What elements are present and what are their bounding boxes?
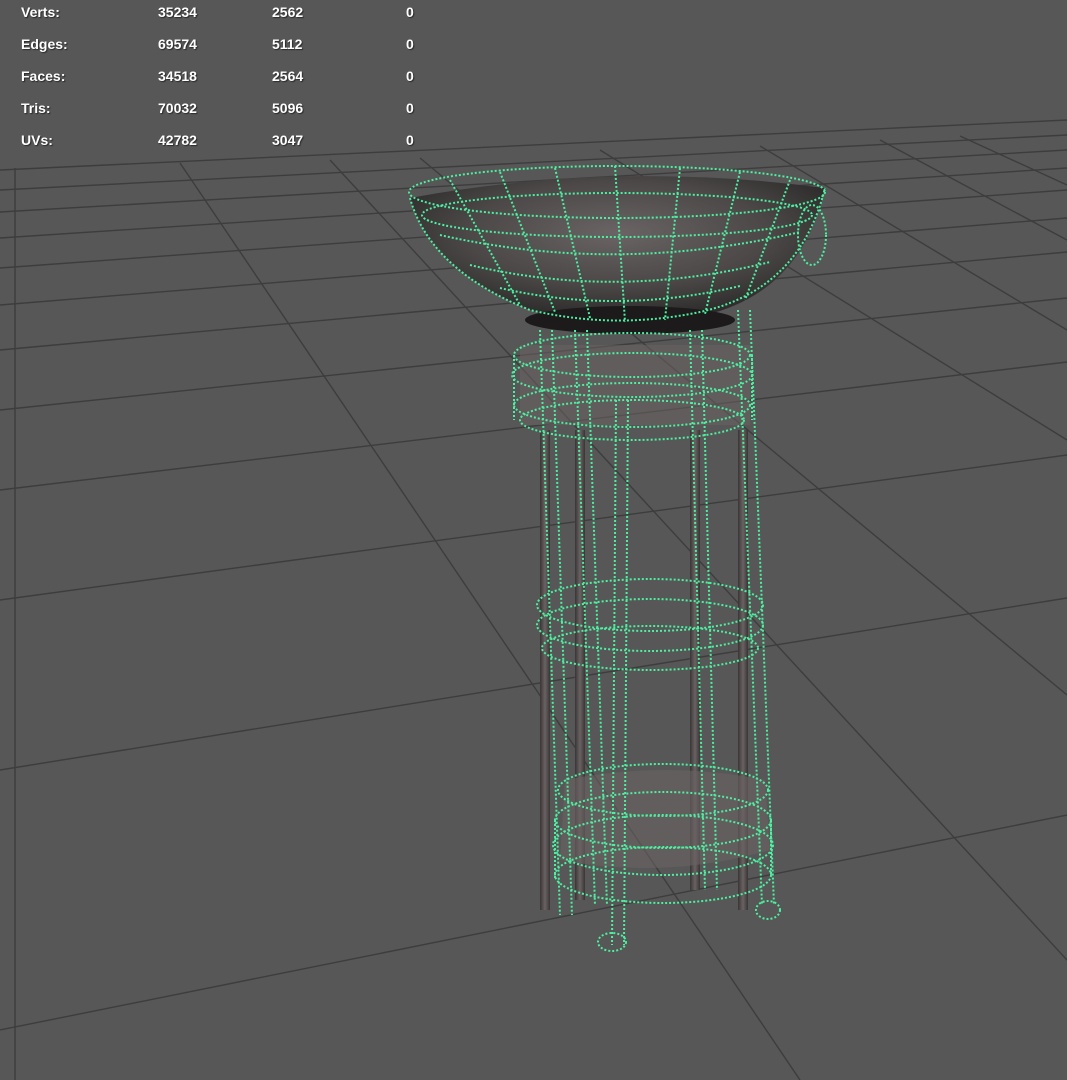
hud-value-2: 3047 xyxy=(272,132,304,148)
hud-value-3: 0 xyxy=(406,132,414,148)
hud-value-1: 69574 xyxy=(158,36,197,52)
hud-row-uvs: UVs: 42782 3047 0 xyxy=(0,132,430,152)
hud-value-2: 2564 xyxy=(272,68,304,84)
hud-row-faces: Faces: 34518 2564 0 xyxy=(0,68,430,88)
hud-value-2: 5112 xyxy=(272,36,303,52)
hud-label: Edges: xyxy=(21,36,68,52)
hud-value-3: 0 xyxy=(406,68,414,84)
hud-value-1: 34518 xyxy=(158,68,197,84)
hud-value-2: 5096 xyxy=(272,100,304,116)
3d-viewport[interactable] xyxy=(0,0,1067,1080)
hud-row-tris: Tris: 70032 5096 0 xyxy=(0,100,430,120)
hud-label: UVs: xyxy=(21,132,53,148)
hud-value-3: 0 xyxy=(406,4,414,20)
hud-value-3: 0 xyxy=(406,36,414,52)
hud-label: Faces: xyxy=(21,68,66,84)
hud-value-1: 42782 xyxy=(158,132,197,148)
hud-label: Tris: xyxy=(21,100,51,116)
hud-label: Verts: xyxy=(21,4,60,20)
hud-value-2: 2562 xyxy=(272,4,304,20)
hud-value-1: 35234 xyxy=(158,4,197,20)
hud-row-verts: Verts: 35234 2562 0 xyxy=(0,4,430,24)
hud-row-edges: Edges: 69574 5112 0 xyxy=(0,36,430,56)
hud-value-1: 70032 xyxy=(158,100,197,116)
hud-value-3: 0 xyxy=(406,100,414,116)
